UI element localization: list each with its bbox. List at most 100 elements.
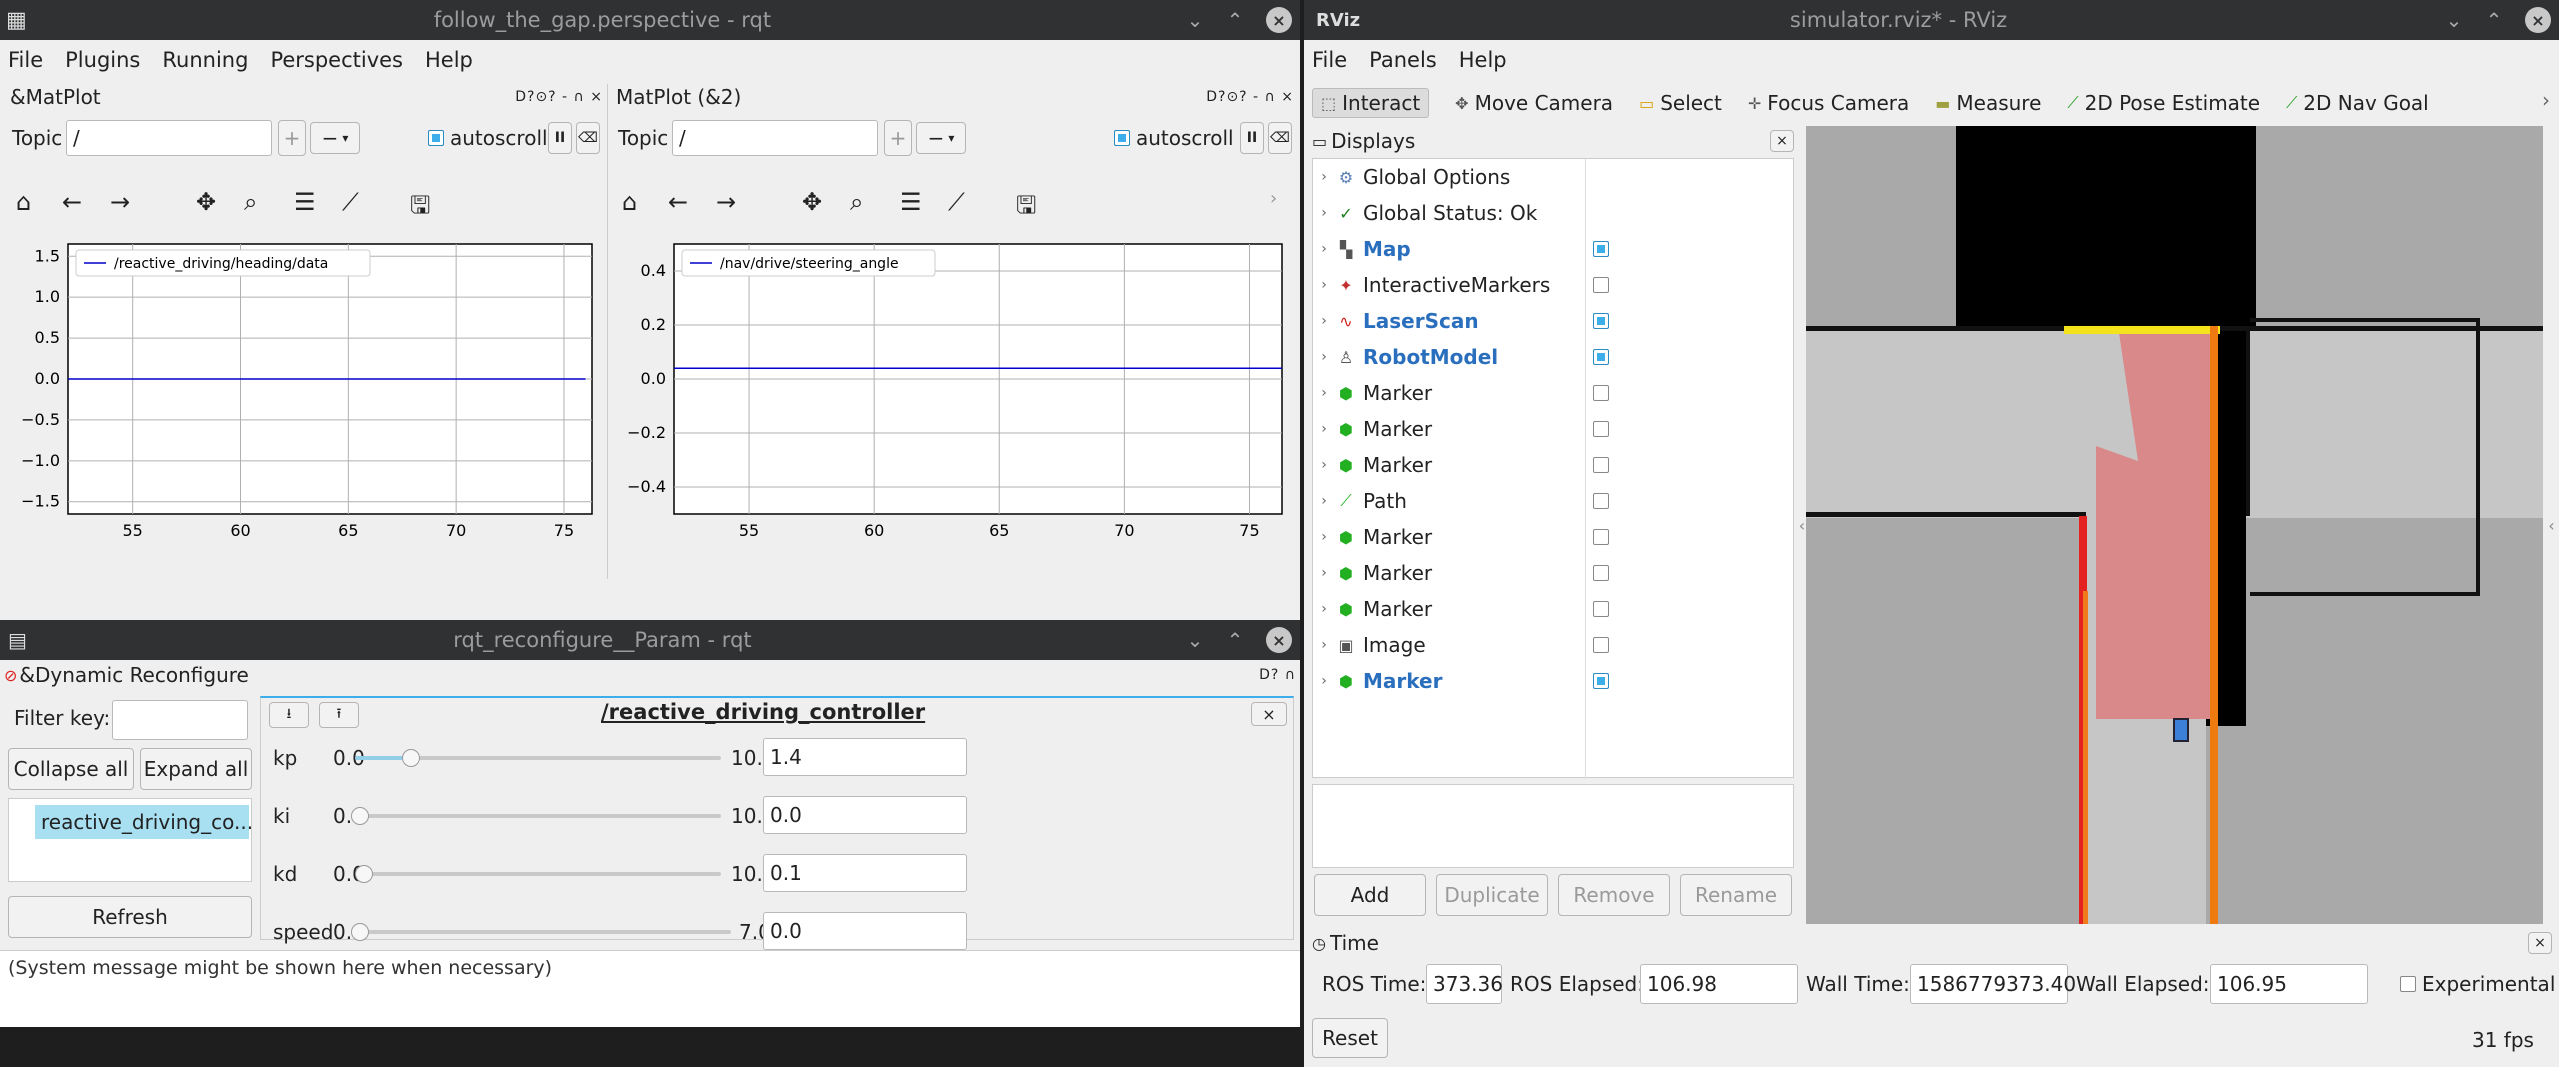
- menu-panels[interactable]: Panels: [1369, 48, 1437, 72]
- close-icon[interactable]: ×: [1266, 7, 1292, 33]
- topic-input[interactable]: /: [672, 120, 878, 156]
- rename-display-button[interactable]: Rename: [1680, 874, 1792, 916]
- display-item-marker[interactable]: › ⬢ Marker: [1313, 519, 1793, 555]
- menu-plugins[interactable]: Plugins: [65, 48, 140, 72]
- refresh-button[interactable]: Refresh: [8, 896, 252, 938]
- home-icon[interactable]: ⌂: [16, 188, 31, 216]
- pause-button[interactable]: II: [1240, 122, 1264, 154]
- remove-topic-dropdown[interactable]: − ▾: [310, 122, 360, 154]
- display-enable-checkbox[interactable]: [1593, 241, 1609, 257]
- chevron-right-icon[interactable]: ›: [1313, 241, 1335, 257]
- chevron-right-icon[interactable]: ›: [1313, 457, 1335, 473]
- add-topic-button[interactable]: +: [278, 120, 306, 156]
- collapse-all-button[interactable]: Collapse all: [8, 748, 134, 790]
- close-displays-button[interactable]: ×: [1770, 130, 1794, 152]
- dock-controls[interactable]: D?⊙? - ∩ ×: [1206, 89, 1298, 105]
- zoom-icon[interactable]: ⌕: [244, 188, 257, 216]
- save-icon[interactable]: ⭱: [319, 702, 359, 728]
- save-icon[interactable]: 🖫: [1016, 188, 1036, 229]
- pan-icon[interactable]: ✥: [802, 188, 822, 216]
- display-enable-checkbox[interactable]: [1593, 529, 1609, 545]
- display-item-global-status-ok[interactable]: › ✓ Global Status: Ok: [1313, 195, 1793, 231]
- add-topic-button[interactable]: +: [884, 120, 912, 156]
- display-item-laserscan[interactable]: › ∿ LaserScan: [1313, 303, 1793, 339]
- tool-focus-camera[interactable]: ✛ Focus Camera: [1748, 91, 1909, 115]
- display-enable-checkbox[interactable]: [1593, 313, 1609, 329]
- add-display-button[interactable]: Add: [1314, 874, 1426, 916]
- chevron-right-icon[interactable]: ›: [1313, 529, 1335, 545]
- chevron-up-icon[interactable]: ⌃: [2477, 3, 2511, 37]
- autoscroll-checkbox[interactable]: [1114, 130, 1130, 146]
- close-icon[interactable]: ×: [1266, 627, 1292, 653]
- chevron-right-icon[interactable]: ›: [1313, 637, 1335, 653]
- display-enable-checkbox[interactable]: [1593, 385, 1609, 401]
- autoscroll-checkbox[interactable]: [428, 130, 444, 146]
- close-time-button[interactable]: ×: [2528, 932, 2552, 954]
- chevron-right-icon[interactable]: ›: [1313, 313, 1335, 329]
- filter-key-input[interactable]: [112, 700, 248, 740]
- configure-icon[interactable]: ☰: [900, 188, 922, 216]
- chevron-right-icon[interactable]: ›: [2542, 88, 2550, 112]
- forward-icon[interactable]: →: [110, 188, 130, 216]
- ros-time-field[interactable]: 373.36: [1426, 964, 1503, 1004]
- display-item-marker[interactable]: › ⬢ Marker: [1313, 375, 1793, 411]
- save-icon[interactable]: 🖫: [410, 188, 430, 229]
- tool-measure[interactable]: ▬ Measure: [1935, 91, 2041, 115]
- chevron-right-icon[interactable]: ›: [1313, 349, 1335, 365]
- 3d-viewport[interactable]: [1806, 126, 2543, 924]
- param-slider-handle[interactable]: [351, 923, 369, 941]
- zoom-icon[interactable]: ⌕: [850, 188, 863, 216]
- forward-icon[interactable]: →: [716, 188, 736, 216]
- topic-input[interactable]: /: [66, 120, 272, 156]
- param-slider-track[interactable]: [355, 930, 731, 934]
- ros-elapsed-field[interactable]: 106.98: [1640, 964, 1798, 1004]
- tool-2d-pose-estimate[interactable]: ⟋ 2D Pose Estimate: [2067, 91, 2260, 115]
- configure-icon[interactable]: ☰: [294, 188, 316, 216]
- display-enable-checkbox[interactable]: [1593, 349, 1609, 365]
- collapse-right-handle[interactable]: ‹: [2544, 126, 2559, 924]
- display-enable-checkbox[interactable]: [1593, 637, 1609, 653]
- chevron-down-icon[interactable]: ⌄: [2437, 3, 2471, 37]
- app-grid-icon[interactable]: ▦: [6, 8, 27, 33]
- param-value-field[interactable]: 1.4: [763, 738, 967, 776]
- chevron-down-icon[interactable]: ⌄: [1178, 623, 1212, 657]
- param-slider-track[interactable]: [355, 814, 721, 818]
- remove-topic-dropdown[interactable]: − ▾: [916, 122, 966, 154]
- param-value-field[interactable]: 0.0: [763, 912, 967, 950]
- chevron-right-icon[interactable]: ›: [1313, 565, 1335, 581]
- display-item-map[interactable]: › ▚ Map: [1313, 231, 1793, 267]
- experimental-checkbox[interactable]: [2400, 976, 2416, 992]
- display-enable-checkbox[interactable]: [1593, 565, 1609, 581]
- tool-2d-nav-goal[interactable]: ⟋ 2D Nav Goal: [2286, 91, 2429, 115]
- expand-all-button[interactable]: Expand all: [140, 748, 252, 790]
- display-enable-checkbox[interactable]: [1593, 673, 1609, 689]
- menu-help[interactable]: Help: [1459, 48, 1507, 72]
- pause-button[interactable]: II: [548, 122, 572, 154]
- display-enable-checkbox[interactable]: [1593, 601, 1609, 617]
- display-item-robotmodel[interactable]: › ♙ RobotModel: [1313, 339, 1793, 375]
- param-slider-handle[interactable]: [402, 749, 421, 767]
- tool-move-camera[interactable]: ✥ Move Camera: [1455, 91, 1613, 115]
- dock-controls[interactable]: D?⊙? - ∩ ×: [515, 89, 607, 105]
- wall-time-field[interactable]: 1586779373.40: [1910, 964, 2076, 1004]
- display-item-marker[interactable]: › ⬢ Marker: [1313, 555, 1793, 591]
- menu-perspectives[interactable]: Perspectives: [270, 48, 403, 72]
- display-item-marker[interactable]: › ⬢ Marker: [1313, 591, 1793, 627]
- chevron-right-icon[interactable]: ›: [1313, 493, 1335, 509]
- chevron-right-icon[interactable]: ›: [1313, 673, 1335, 689]
- close-node-button[interactable]: ×: [1251, 702, 1287, 726]
- wall-elapsed-field[interactable]: 106.95: [2210, 964, 2368, 1004]
- menu-running[interactable]: Running: [162, 48, 248, 72]
- edit-curves-icon[interactable]: ⟋: [948, 188, 965, 216]
- duplicate-display-button[interactable]: Duplicate: [1436, 874, 1548, 916]
- display-item-path[interactable]: › ⟋ Path: [1313, 483, 1793, 519]
- param-slider-handle[interactable]: [354, 865, 373, 883]
- param-value-field[interactable]: 0.1: [763, 854, 967, 892]
- close-icon[interactable]: ×: [2525, 7, 2551, 33]
- home-icon[interactable]: ⌂: [622, 188, 637, 216]
- load-icon[interactable]: ⭳: [269, 702, 309, 728]
- menu-file[interactable]: File: [8, 48, 43, 72]
- pan-icon[interactable]: ✥: [196, 188, 216, 216]
- display-item-marker[interactable]: › ⬢ Marker: [1313, 447, 1793, 483]
- display-enable-checkbox[interactable]: [1593, 493, 1609, 509]
